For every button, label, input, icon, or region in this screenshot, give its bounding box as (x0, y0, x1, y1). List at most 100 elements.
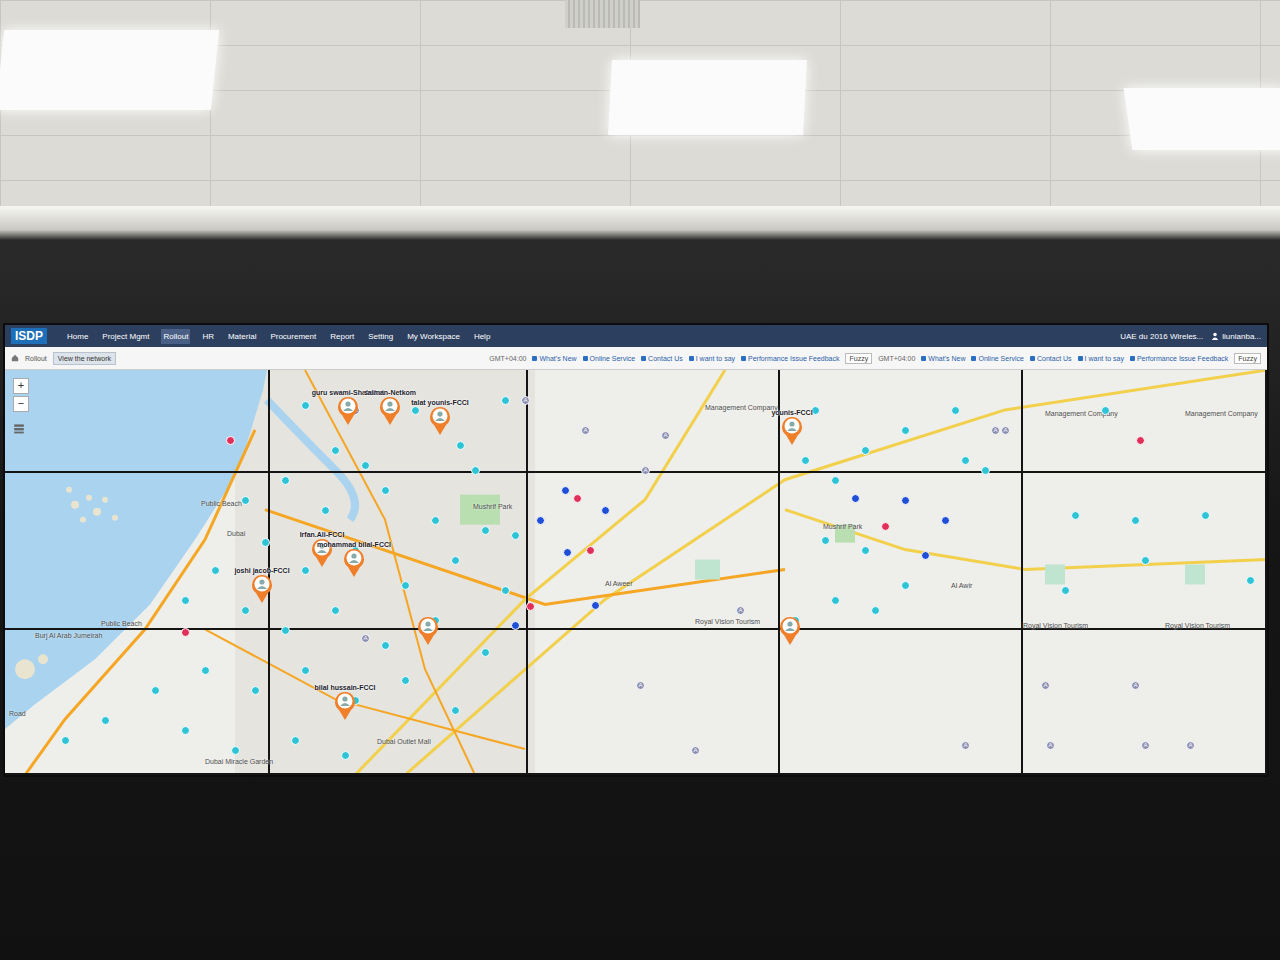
site-marker[interactable] (536, 516, 545, 525)
site-marker[interactable] (301, 401, 310, 410)
site-marker[interactable]: A (521, 396, 530, 405)
site-marker[interactable] (151, 686, 160, 695)
toolbar-link[interactable]: I want to say (689, 355, 735, 362)
engineer-marker[interactable]: guru swami-Shabakat (336, 395, 360, 425)
site-marker[interactable] (281, 626, 290, 635)
site-marker[interactable] (901, 581, 910, 590)
engineer-marker[interactable]: talat younis-FCCI (428, 405, 452, 435)
site-marker[interactable]: A (1041, 681, 1050, 690)
site-marker[interactable] (501, 586, 510, 595)
engineer-marker[interactable]: salman-Netkom (378, 395, 402, 425)
site-marker[interactable] (1201, 511, 1210, 520)
map[interactable]: +−DubaiMushrif ParkAl AweerRoyal Vision … (5, 370, 1267, 775)
site-marker[interactable]: A (361, 634, 370, 643)
site-marker[interactable]: A (691, 746, 700, 755)
site-marker[interactable] (591, 601, 600, 610)
site-marker[interactable] (981, 466, 990, 475)
site-marker[interactable]: A (1001, 426, 1010, 435)
site-marker[interactable] (401, 676, 410, 685)
view-network-button[interactable]: View the network (53, 352, 116, 365)
site-marker[interactable] (321, 506, 330, 515)
site-marker[interactable] (431, 516, 440, 525)
site-marker[interactable] (961, 456, 970, 465)
site-marker[interactable] (561, 486, 570, 495)
site-marker[interactable] (511, 531, 520, 540)
site-marker[interactable] (251, 686, 260, 695)
site-marker[interactable] (181, 628, 190, 637)
toolbar-link[interactable]: Contact Us (641, 355, 683, 362)
site-marker[interactable] (1131, 516, 1140, 525)
site-marker[interactable]: A (1141, 741, 1150, 750)
site-marker[interactable] (401, 581, 410, 590)
site-marker[interactable] (381, 641, 390, 650)
site-marker[interactable] (241, 496, 250, 505)
toolbar-link[interactable]: Performance Issue Feedback (1130, 355, 1228, 362)
user-menu[interactable]: liunianba... (1211, 332, 1261, 341)
site-marker[interactable] (801, 456, 810, 465)
site-marker[interactable]: A (1186, 741, 1195, 750)
site-marker[interactable] (573, 494, 582, 503)
site-marker[interactable] (601, 506, 610, 515)
site-marker[interactable]: A (641, 466, 650, 475)
site-marker[interactable] (231, 746, 240, 755)
logo[interactable]: ISDP (11, 328, 47, 344)
site-marker[interactable] (456, 441, 465, 450)
project-selector[interactable]: UAE du 2016 Wireles... (1120, 332, 1203, 341)
site-marker[interactable] (361, 461, 370, 470)
toolbar-link[interactable]: What's New (532, 355, 576, 362)
site-marker[interactable] (511, 621, 520, 630)
site-marker[interactable]: A (1046, 741, 1055, 750)
toolbar-link[interactable]: I want to say (1078, 355, 1124, 362)
site-marker[interactable] (181, 726, 190, 735)
site-marker[interactable] (901, 426, 910, 435)
engineer-marker[interactable]: bilal hussain-FCCI (333, 690, 357, 720)
site-marker[interactable] (526, 602, 535, 611)
site-marker[interactable]: A (991, 426, 1000, 435)
search-mode[interactable]: Fuzzy (1234, 353, 1261, 364)
toolbar-link[interactable]: Online Service (971, 355, 1024, 362)
site-marker[interactable] (941, 516, 950, 525)
site-marker[interactable] (481, 526, 490, 535)
site-marker[interactable] (831, 476, 840, 485)
site-marker[interactable] (226, 436, 235, 445)
breadcrumb[interactable]: Rollout (25, 355, 47, 362)
toolbar-link[interactable]: Online Service (583, 355, 636, 362)
toolbar-link[interactable]: Contact Us (1030, 355, 1072, 362)
site-marker[interactable] (901, 496, 910, 505)
site-marker[interactable] (871, 606, 880, 615)
search-mode[interactable]: Fuzzy (845, 353, 872, 364)
site-marker[interactable] (921, 551, 930, 560)
site-marker[interactable] (861, 546, 870, 555)
nav-item[interactable]: HR (200, 329, 216, 344)
site-marker[interactable] (301, 666, 310, 675)
engineer-marker[interactable]: younis-FCCI (780, 415, 804, 445)
site-marker[interactable] (1141, 556, 1150, 565)
site-marker[interactable] (101, 716, 110, 725)
site-marker[interactable] (501, 396, 510, 405)
engineer-marker[interactable] (416, 615, 440, 645)
site-marker[interactable] (241, 606, 250, 615)
engineer-marker[interactable]: mohammad bilal-FCCI (342, 547, 366, 577)
site-marker[interactable] (301, 566, 310, 575)
site-marker[interactable]: A (661, 431, 670, 440)
site-marker[interactable] (861, 446, 870, 455)
site-marker[interactable] (331, 606, 340, 615)
site-marker[interactable] (1136, 436, 1145, 445)
layers-icon[interactable] (13, 422, 25, 434)
site-marker[interactable]: A (636, 681, 645, 690)
site-marker[interactable] (331, 446, 340, 455)
site-marker[interactable]: A (1131, 681, 1140, 690)
site-marker[interactable] (1061, 586, 1070, 595)
zoom-button[interactable]: − (13, 396, 29, 412)
site-marker[interactable] (821, 536, 830, 545)
site-marker[interactable] (1101, 406, 1110, 415)
site-marker[interactable] (261, 538, 270, 547)
toolbar-link[interactable]: What's New (921, 355, 965, 362)
nav-item[interactable]: My Workspace (405, 329, 462, 344)
site-marker[interactable] (1246, 576, 1255, 585)
site-marker[interactable] (341, 751, 350, 760)
site-marker[interactable] (1071, 511, 1080, 520)
site-marker[interactable] (381, 486, 390, 495)
site-marker[interactable] (61, 736, 70, 745)
nav-item[interactable]: Help (472, 329, 492, 344)
